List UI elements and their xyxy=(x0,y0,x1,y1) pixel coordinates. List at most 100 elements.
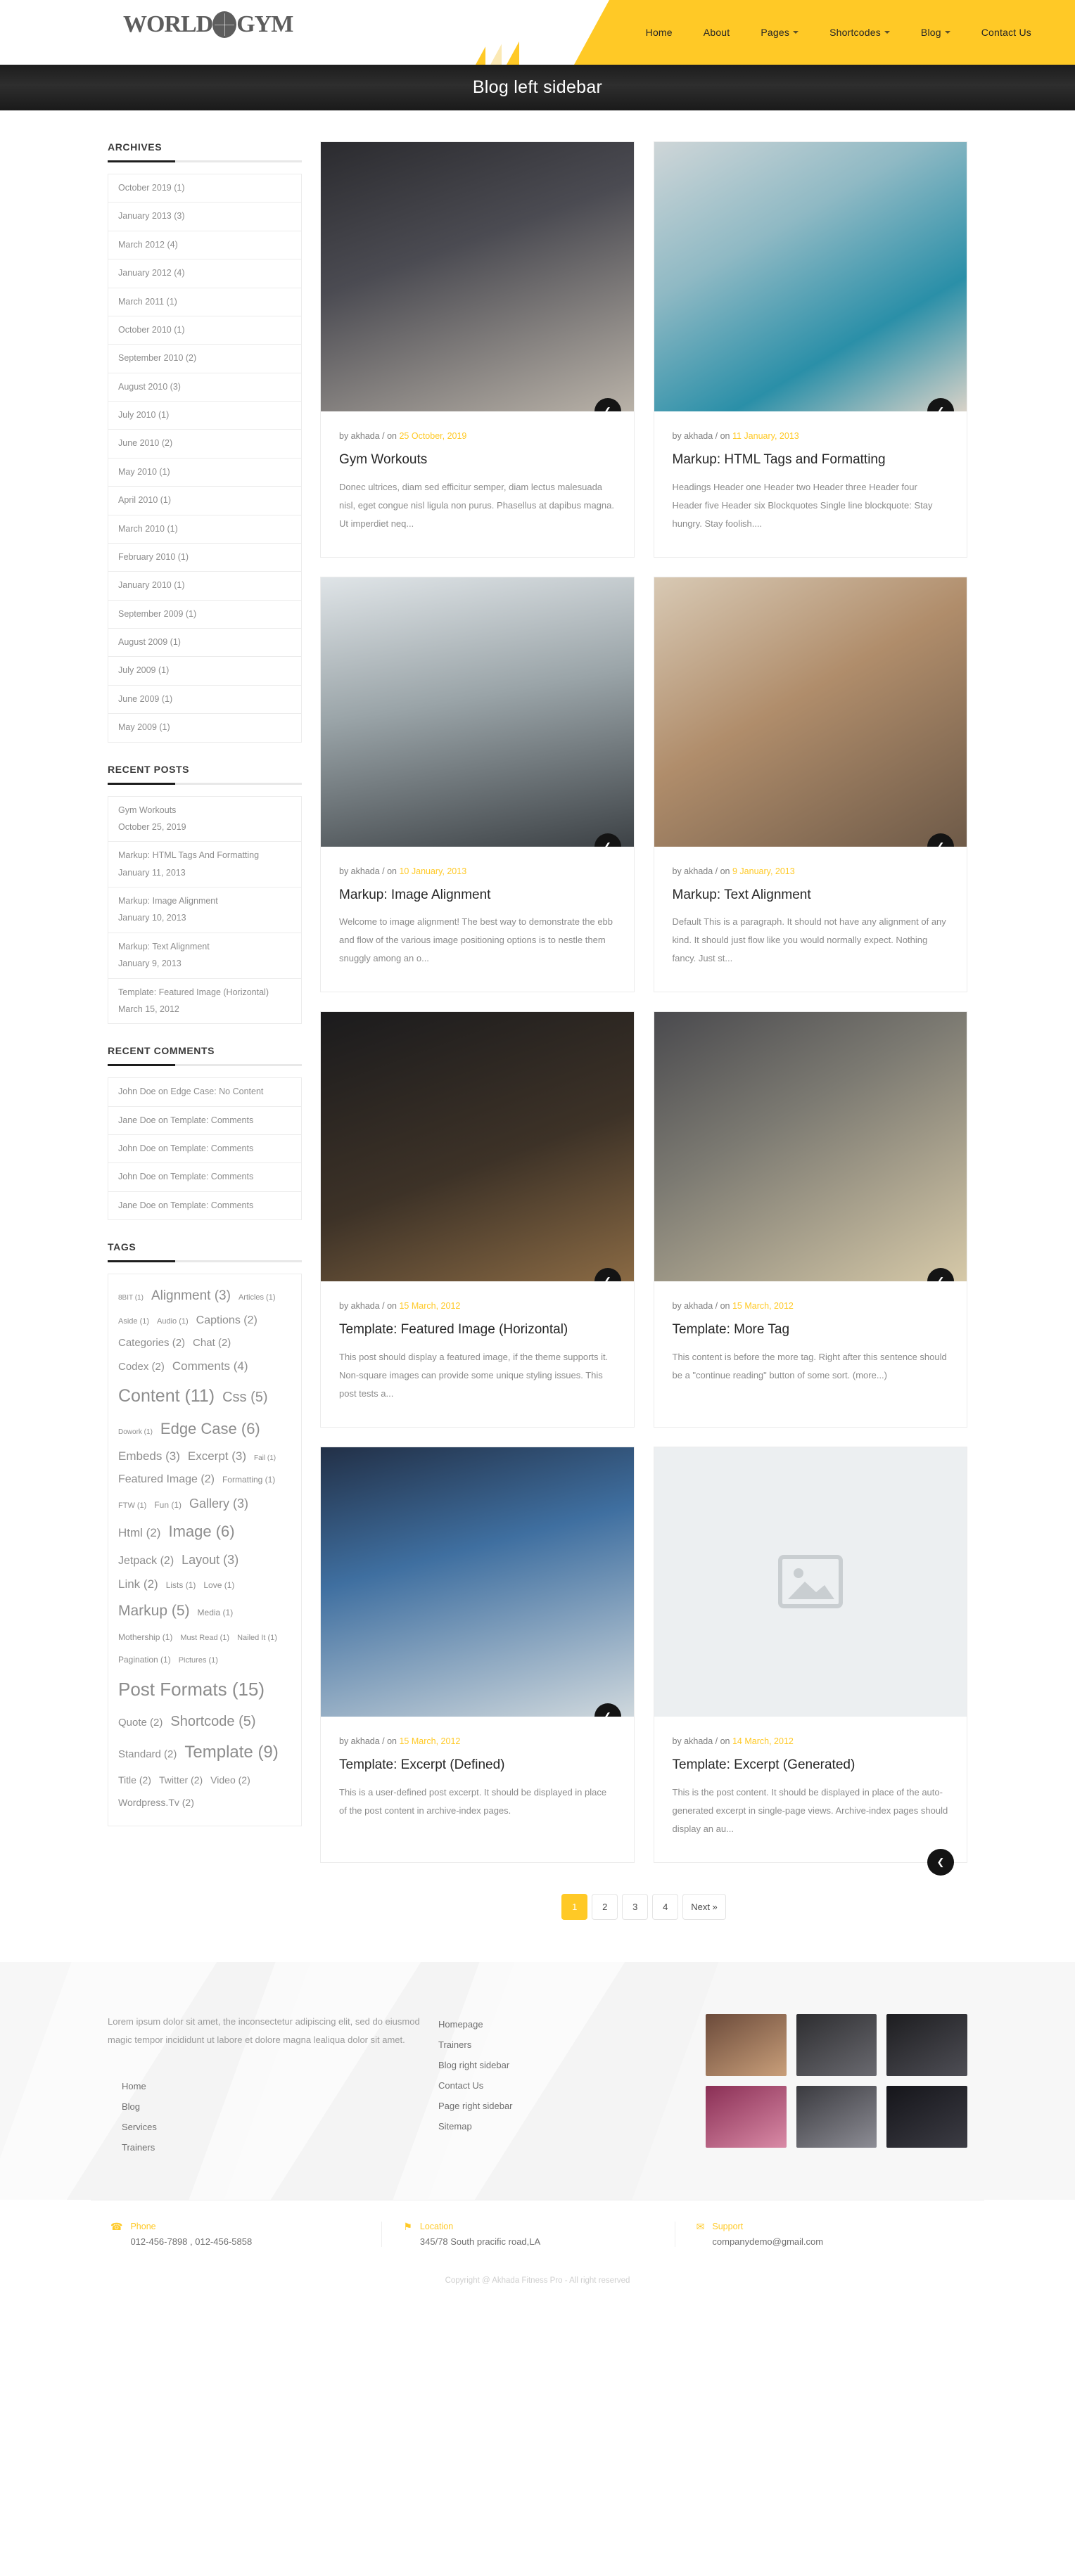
tag-link[interactable]: Embeds (3) xyxy=(118,1444,180,1468)
recent-comment-item[interactable]: Jane Doe on Template: Comments xyxy=(108,1107,301,1135)
post-date[interactable]: 11 January, 2013 xyxy=(732,431,799,441)
nav-item-pages[interactable]: Pages xyxy=(745,27,814,38)
gallery-thumbnail[interactable] xyxy=(796,2085,877,2148)
archive-item[interactable]: July 2009 (1) xyxy=(108,657,301,686)
tag-link[interactable]: Audio (1) xyxy=(157,1314,189,1329)
archive-item[interactable]: September 2010 (2) xyxy=(108,345,301,373)
tag-link[interactable]: Articles (1) xyxy=(238,1290,276,1305)
post-title[interactable]: Gym Workouts xyxy=(339,451,616,469)
tag-link[interactable]: Gallery (3) xyxy=(189,1491,248,1516)
blog-post-card[interactable]: ❮ by akhada / on 14 March, 2012 Template: … xyxy=(653,1446,967,1876)
post-thumbnail[interactable]: ❮ xyxy=(321,1447,634,1717)
recent-post-item[interactable]: Template: Featured Image (Horizontal) Mar… xyxy=(108,979,301,1025)
tag-link[interactable]: FTW (1) xyxy=(118,1498,146,1513)
tag-cloud[interactable]: 8BIT (1) Alignment (3) Articles (1) Aside (… xyxy=(108,1274,302,1827)
tag-link[interactable]: Video (2) xyxy=(210,1770,250,1790)
archive-item[interactable]: January 2013 (3) xyxy=(108,203,301,231)
post-thumbnail[interactable]: ❮ xyxy=(654,142,967,411)
pagination-page-4[interactable]: 4 xyxy=(652,1893,679,1920)
post-date[interactable]: 14 March, 2012 xyxy=(732,1736,794,1746)
post-date[interactable]: 25 October, 2019 xyxy=(399,431,466,441)
gallery-thumbnail[interactable] xyxy=(886,2085,967,2148)
tag-link[interactable]: Template (9) xyxy=(184,1736,278,1769)
footer-gallery[interactable] xyxy=(706,2013,967,2148)
pagination-next-button[interactable]: Next » xyxy=(682,1893,726,1920)
footer-links-right[interactable]: Homepage Trainers Blog right sidebar Contac… xyxy=(438,2014,663,2136)
post-title[interactable]: Template: Featured Image (Horizontal) xyxy=(339,1321,616,1339)
post-date[interactable]: 15 March, 2012 xyxy=(399,1736,460,1746)
post-thumbnail[interactable]: ❮ xyxy=(321,577,634,847)
tag-link[interactable]: Title (2) xyxy=(118,1770,151,1790)
footer-link-contact-us[interactable]: Contact Us xyxy=(438,2075,663,2096)
footer-link-home[interactable]: Home xyxy=(108,2076,438,2096)
contact-value[interactable]: 012-456-7898 , 012-456-5858 xyxy=(130,2236,252,2247)
post-title[interactable]: Markup: Image Alignment xyxy=(339,886,616,904)
post-title[interactable]: Markup: Text Alignment xyxy=(673,886,949,904)
archives-list[interactable]: October 2019 (1) January 2013 (3) March 20… xyxy=(108,174,302,743)
post-date[interactable]: 10 January, 2013 xyxy=(399,866,466,876)
tag-link[interactable]: Post Formats (15) xyxy=(118,1671,265,1707)
archive-item[interactable]: May 2009 (1) xyxy=(108,714,301,743)
tag-link[interactable]: 8BIT (1) xyxy=(118,1291,144,1305)
recent-post-item[interactable]: Markup: HTML Tags And Formatting January … xyxy=(108,842,301,887)
nav-item-about[interactable]: About xyxy=(688,27,746,38)
tag-link[interactable]: Formatting (1) xyxy=(222,1471,275,1488)
archive-item[interactable]: April 2010 (1) xyxy=(108,487,301,515)
pagination-page-3[interactable]: 3 xyxy=(622,1893,649,1920)
share-icon[interactable]: ❮ xyxy=(927,1848,954,1876)
tag-link[interactable]: Pictures (1) xyxy=(179,1653,218,1668)
post-title[interactable]: Template: Excerpt (Generated) xyxy=(673,1756,949,1774)
archive-item[interactable]: August 2010 (3) xyxy=(108,373,301,402)
tag-link[interactable]: Alignment (3) xyxy=(151,1283,231,1309)
tag-link[interactable]: Wordpress.Tv (2) xyxy=(118,1793,194,1812)
blog-post-card[interactable]: ❮ by akhada / on 10 January, 2013 Markup: … xyxy=(320,576,635,993)
recent-post-item[interactable]: Markup: Text Alignment January 9, 2013 xyxy=(108,933,301,979)
post-thumbnail[interactable]: ❮ xyxy=(321,142,634,411)
recent-post-item[interactable]: Gym Workouts October 25, 2019 xyxy=(108,797,301,842)
archive-item[interactable]: February 2010 (1) xyxy=(108,544,301,572)
nav-item-home[interactable]: Home xyxy=(630,27,688,38)
tag-link[interactable]: Comments (4) xyxy=(172,1354,248,1378)
tag-link[interactable]: Captions (2) xyxy=(196,1309,257,1332)
tag-link[interactable]: Lists (1) xyxy=(166,1577,196,1594)
recent-comment-item[interactable]: John Doe on Template: Comments xyxy=(108,1163,301,1192)
archive-item[interactable]: March 2011 (1) xyxy=(108,288,301,316)
post-title[interactable]: Template: Excerpt (Defined) xyxy=(339,1756,616,1774)
tag-link[interactable]: Fun (1) xyxy=(154,1497,182,1513)
tag-link[interactable]: Content (11) xyxy=(118,1378,215,1414)
tag-link[interactable]: Css (5) xyxy=(222,1383,267,1411)
tag-link[interactable]: Categories (2) xyxy=(118,1333,185,1354)
tag-link[interactable]: Markup (5) xyxy=(118,1596,190,1626)
archive-item[interactable]: June 2010 (2) xyxy=(108,430,301,459)
tag-link[interactable]: Link (2) xyxy=(118,1572,158,1596)
tag-link[interactable]: Aside (1) xyxy=(118,1314,149,1329)
post-date[interactable]: 15 March, 2012 xyxy=(732,1301,794,1311)
tag-link[interactable]: Love (1) xyxy=(203,1577,234,1594)
tag-link[interactable]: Featured Image (2) xyxy=(118,1468,215,1491)
tag-link[interactable]: Twitter (2) xyxy=(159,1770,203,1790)
nav-item-blog[interactable]: Blog xyxy=(905,27,966,38)
contact-value[interactable]: 345/78 South pracific road,LA xyxy=(420,2236,540,2247)
tag-link[interactable]: Pagination (1) xyxy=(118,1651,171,1668)
footer-link-services[interactable]: Services xyxy=(108,2117,438,2137)
tag-link[interactable]: Image (6) xyxy=(168,1516,234,1547)
blog-post-card[interactable]: ❮ by akhada / on 25 October, 2019 Gym Work… xyxy=(320,141,635,558)
post-thumbnail[interactable]: ❮ xyxy=(654,1447,967,1876)
gallery-thumbnail[interactable] xyxy=(796,2013,877,2076)
pagination-page-2[interactable]: 2 xyxy=(592,1893,618,1920)
gallery-thumbnail[interactable] xyxy=(706,2013,787,2076)
archive-item[interactable]: January 2010 (1) xyxy=(108,572,301,601)
footer-link-homepage[interactable]: Homepage xyxy=(438,2014,663,2034)
post-title[interactable]: Template: More Tag xyxy=(673,1321,949,1339)
recent-comment-item[interactable]: John Doe on Edge Case: No Content xyxy=(108,1078,301,1107)
archive-item[interactable]: October 2010 (1) xyxy=(108,316,301,345)
tag-link[interactable]: Must Read (1) xyxy=(180,1630,229,1646)
archive-item[interactable]: September 2009 (1) xyxy=(108,601,301,629)
post-date[interactable]: 9 January, 2013 xyxy=(732,866,795,876)
archive-item[interactable]: August 2009 (1) xyxy=(108,629,301,658)
tag-link[interactable]: Edge Case (6) xyxy=(160,1414,260,1444)
archive-item[interactable]: March 2010 (1) xyxy=(108,515,301,544)
tag-link[interactable]: Mothership (1) xyxy=(118,1629,172,1646)
site-logo[interactable]: WORLD GYM xyxy=(123,11,293,38)
blog-post-card[interactable]: ❮ by akhada / on 15 March, 2012 Template: … xyxy=(320,1446,635,1863)
